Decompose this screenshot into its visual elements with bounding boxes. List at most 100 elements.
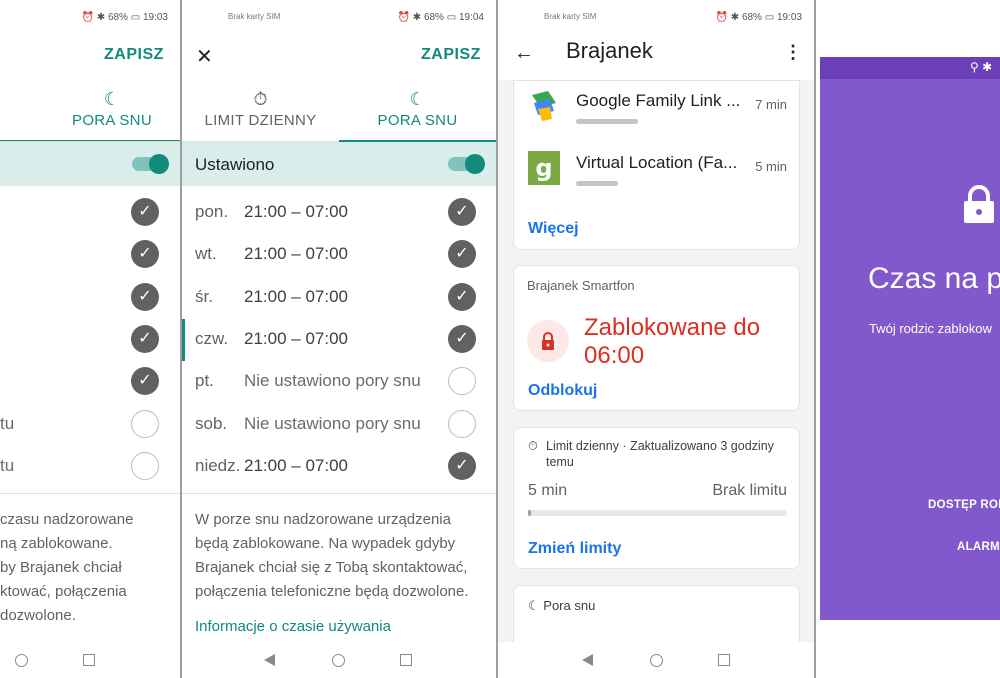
location-icon: ⚲ <box>970 60 979 74</box>
blocked-line: Zablokowane do <box>584 314 761 341</box>
checked-icon[interactable]: ✓ <box>448 451 476 480</box>
home-icon[interactable] <box>650 654 663 667</box>
checked-icon[interactable]: ✓ <box>448 324 476 353</box>
alarm-icon: ⏰ <box>397 12 410 23</box>
recents-icon[interactable] <box>400 654 412 666</box>
sleep-time: 21:00 – 07:00 <box>244 286 348 306</box>
app-usage-row[interactable]: g Virtual Location (Fa... 5 min <box>528 151 787 199</box>
day-row[interactable]: ✓ <box>0 319 180 361</box>
day-row[interactable]: wt. 21:00 – 07:00 ✓ <box>182 234 496 276</box>
lock-icon <box>542 332 554 350</box>
day-row[interactable]: sob. Nie ustawiono pory snu <box>182 404 496 446</box>
checked-icon[interactable]: ✓ <box>448 240 476 269</box>
sleep-enabled-bar <box>0 142 180 186</box>
checked-icon[interactable]: ✓ <box>448 198 476 226</box>
status-time: 19:03 <box>776 12 802 23</box>
sleep-time: 21:00 – 07:00 <box>244 202 348 221</box>
lock-title: Czas na p <box>868 262 1000 295</box>
blocked-status: Zablokowane do 06:00 <box>584 314 760 370</box>
day-row[interactable]: ✓ <box>0 234 180 276</box>
toggle-knob <box>149 154 169 174</box>
back-icon[interactable] <box>582 654 593 666</box>
back-arrow-icon[interactable]: ← <box>514 42 534 65</box>
bluetooth-icon: ✱ <box>412 12 422 23</box>
day-label: pt. <box>195 371 214 391</box>
close-icon[interactable]: ✕ <box>196 44 213 69</box>
limit-used: 5 min <box>528 482 568 499</box>
tab-daily-limit[interactable]: ⏱ LIMIT DZIENNY <box>182 88 339 142</box>
note-line: ktować, połączenia <box>0 583 127 600</box>
recents-icon[interactable] <box>83 654 95 666</box>
unchecked-circle[interactable] <box>131 409 159 438</box>
device-card: Brajanek Smartfon Zablokowane do 06:00 O… <box>513 265 800 411</box>
home-icon[interactable] <box>15 654 28 667</box>
sleep-header: ☾ Pora snu <box>528 598 595 614</box>
bluetooth-icon: ✱ <box>982 60 993 74</box>
day-label: czw. <box>195 328 229 348</box>
day-row[interactable]: pon. 21:00 – 07:00 ✓ <box>182 192 496 234</box>
save-button[interactable]: ZAPISZ <box>104 46 164 64</box>
unlock-button[interactable]: Odblokuj <box>528 382 597 400</box>
sleep-toggle[interactable] <box>448 154 485 174</box>
timer-icon: ⏱ <box>253 89 268 109</box>
status-bar: ⚲ ✱ <box>820 57 1000 79</box>
row-text: tu <box>0 413 15 433</box>
progress-fill <box>528 510 531 516</box>
change-limits-button[interactable]: Zmień limity <box>528 540 621 558</box>
unchecked-circle[interactable] <box>448 367 476 396</box>
lock-status-icon <box>527 320 569 362</box>
app-usage-row[interactable]: Google Family Link ... 7 min <box>528 89 787 137</box>
day-row[interactable]: śr. 21:00 – 07:00 ✓ <box>182 277 496 319</box>
note-line: będą zablokowane. Na wypadek gdyby <box>195 535 456 552</box>
back-icon[interactable] <box>264 654 275 666</box>
checked-icon[interactable]: ✓ <box>131 282 159 311</box>
day-row[interactable]: pt. Nie ustawiono pory snu <box>182 361 496 403</box>
sleep-header-text: Pora snu <box>543 598 596 613</box>
limit-value: Brak limitu <box>712 482 787 499</box>
unchecked-circle[interactable] <box>131 451 159 480</box>
sleep-time: 21:00 – 07:00 <box>244 328 348 348</box>
divider <box>182 493 496 494</box>
moon-icon: ☾ <box>528 598 540 613</box>
recents-icon[interactable] <box>718 654 730 666</box>
checked-icon[interactable]: ✓ <box>131 240 159 269</box>
more-options-icon[interactable]: ⋮ <box>784 42 802 63</box>
checked-icon[interactable]: ✓ <box>131 198 159 226</box>
sleep-note: czasu nadzorowane ną zablokowane. by Bra… <box>0 508 133 628</box>
bluetooth-icon: ✱ <box>730 12 740 23</box>
unchecked-circle[interactable] <box>448 409 476 438</box>
alarm-icon: ⏰ <box>81 12 94 23</box>
usage-info-link[interactable]: Informacje o czasie używania <box>195 618 391 635</box>
alarm-button[interactable]: ALARM <box>957 541 1000 553</box>
tab-sleep-time[interactable]: ☾ PORA SNU <box>339 88 496 142</box>
checked-icon[interactable]: ✓ <box>131 324 159 353</box>
home-icon[interactable] <box>332 654 345 667</box>
sleep-toggle[interactable] <box>132 154 169 174</box>
screen-1-sleep-settings-partial: ⏰ ✱ 68% ▭ 19:03 ZAPISZ ☾ PORA SNU ✓ ✓ ✓ ✓ ✓ t… <box>0 0 180 678</box>
day-label: śr. <box>195 286 213 306</box>
parent-access-button[interactable]: DOSTĘP ROD <box>928 499 1000 511</box>
note-line: dozwolone. <box>0 607 76 624</box>
day-row[interactable]: niedz. 21:00 – 07:00 ✓ <box>182 446 496 488</box>
save-button[interactable]: ZAPISZ <box>421 46 481 64</box>
day-row[interactable]: ✓ <box>0 192 180 234</box>
day-row[interactable]: ✓ <box>0 361 180 403</box>
blocked-line: 06:00 <box>584 342 645 369</box>
day-row[interactable]: tu <box>0 446 180 488</box>
set-status-label: Ustawiono <box>195 155 275 174</box>
more-link[interactable]: Więcej <box>528 220 579 238</box>
carrier-status: Brak karty SIM <box>228 12 281 21</box>
battery-icon: ▭ <box>446 12 457 23</box>
timer-icon: ⏱ <box>528 439 538 453</box>
day-row[interactable]: ✓ <box>0 277 180 319</box>
lock-icon <box>964 185 994 223</box>
day-row[interactable]: czw. 21:00 – 07:00 ✓ <box>182 319 496 361</box>
day-row[interactable]: tu <box>0 404 180 446</box>
status-time: 19:04 <box>458 12 484 23</box>
checked-icon[interactable]: ✓ <box>131 367 159 396</box>
battery-icon: ▭ <box>764 12 775 23</box>
app-name: Google Family Link ... <box>576 91 741 110</box>
checked-icon[interactable]: ✓ <box>448 282 476 311</box>
note-line: ną zablokowane. <box>0 535 113 552</box>
day-label: niedz. <box>195 455 241 475</box>
